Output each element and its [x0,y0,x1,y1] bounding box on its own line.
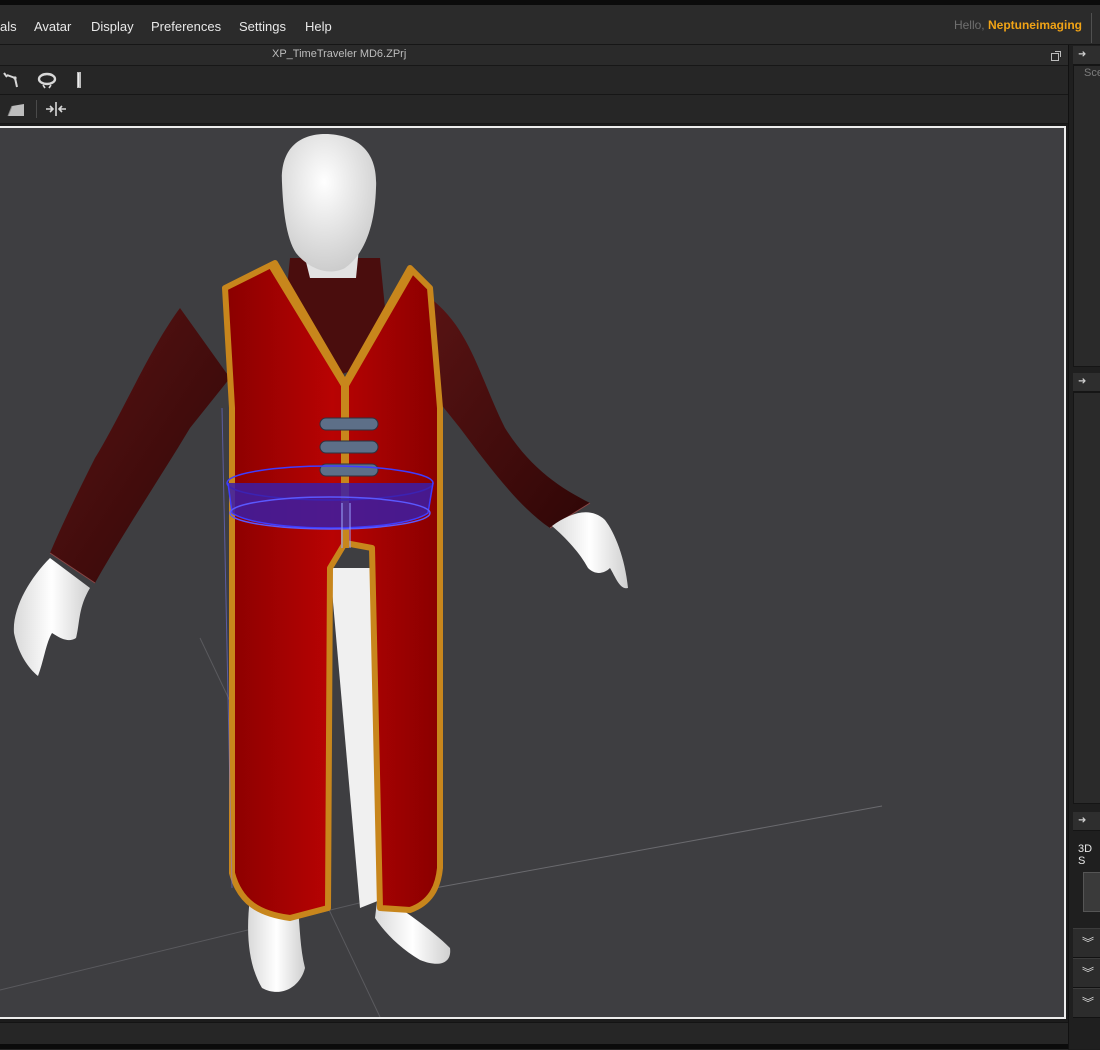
long-coat [221,260,443,921]
3d-viewport[interactable] [0,126,1066,1019]
toolbar-bottom [0,95,1068,124]
menu-bar: als Avatar Display Preferences Settings … [0,5,1100,45]
username-link[interactable]: Neptuneimaging [988,18,1082,32]
avatar-head [281,133,377,278]
toolbar-top [0,66,1068,95]
viewport-frame [0,124,1068,1020]
arrow-right-icon: ➜ [1078,376,1087,387]
material-thumbnail[interactable] [1083,872,1100,912]
double-chevron-down-icon: ︾ [1082,966,1095,980]
document-title-bar: XP_TimeTraveler MD6.ZPrj [0,45,1068,66]
right-arm [420,298,628,589]
expand-button-3[interactable]: ︾ [1073,988,1100,1018]
scene-panel-box [1073,65,1100,367]
menu-materials[interactable]: als [0,19,17,34]
menu-preferences[interactable]: Preferences [151,19,221,34]
section-label-3d: 3D S [1078,843,1093,867]
menu-help[interactable]: Help [305,19,332,34]
menu-avatar[interactable]: Avatar [34,19,71,34]
plane-tool-icon[interactable] [4,98,26,120]
user-greeting: Hello, Neptuneimaging [954,18,1082,32]
menu-settings[interactable]: Settings [239,19,286,34]
window-bottom-edge [0,1044,1100,1049]
maximize-icon[interactable] [1050,49,1062,61]
avatar-scene [0,133,883,1017]
arrow-right-icon: ➜ [1078,49,1087,60]
expand-button-1[interactable]: ︾ [1073,928,1100,958]
menu-divider [1091,13,1092,43]
left-arm [13,308,230,676]
move-tool-icon[interactable] [2,69,24,91]
menu-display[interactable]: Display [91,19,134,34]
pinch-tool-icon[interactable] [45,98,67,120]
document-title: XP_TimeTraveler MD6.ZPrj [272,48,407,60]
toolbar-separator [36,100,37,118]
arrow-right-icon: ➜ [1078,815,1087,826]
greeting-prefix: Hello, [953,18,985,32]
expand-button-2[interactable]: ︾ [1073,958,1100,988]
properties-panel-box [1073,392,1100,804]
double-chevron-down-icon: ︾ [1082,996,1095,1010]
double-chevron-down-icon: ︾ [1082,936,1095,950]
panel-header-scene[interactable]: ➜ [1073,46,1100,65]
panel-header-3d[interactable]: ➜ [1073,812,1100,831]
ring-tool-icon[interactable] [36,69,58,91]
scene-tab-label[interactable]: Sce [1084,67,1100,79]
bar-tool-icon[interactable] [68,69,90,91]
panel-header-properties[interactable]: ➜ [1073,373,1100,392]
